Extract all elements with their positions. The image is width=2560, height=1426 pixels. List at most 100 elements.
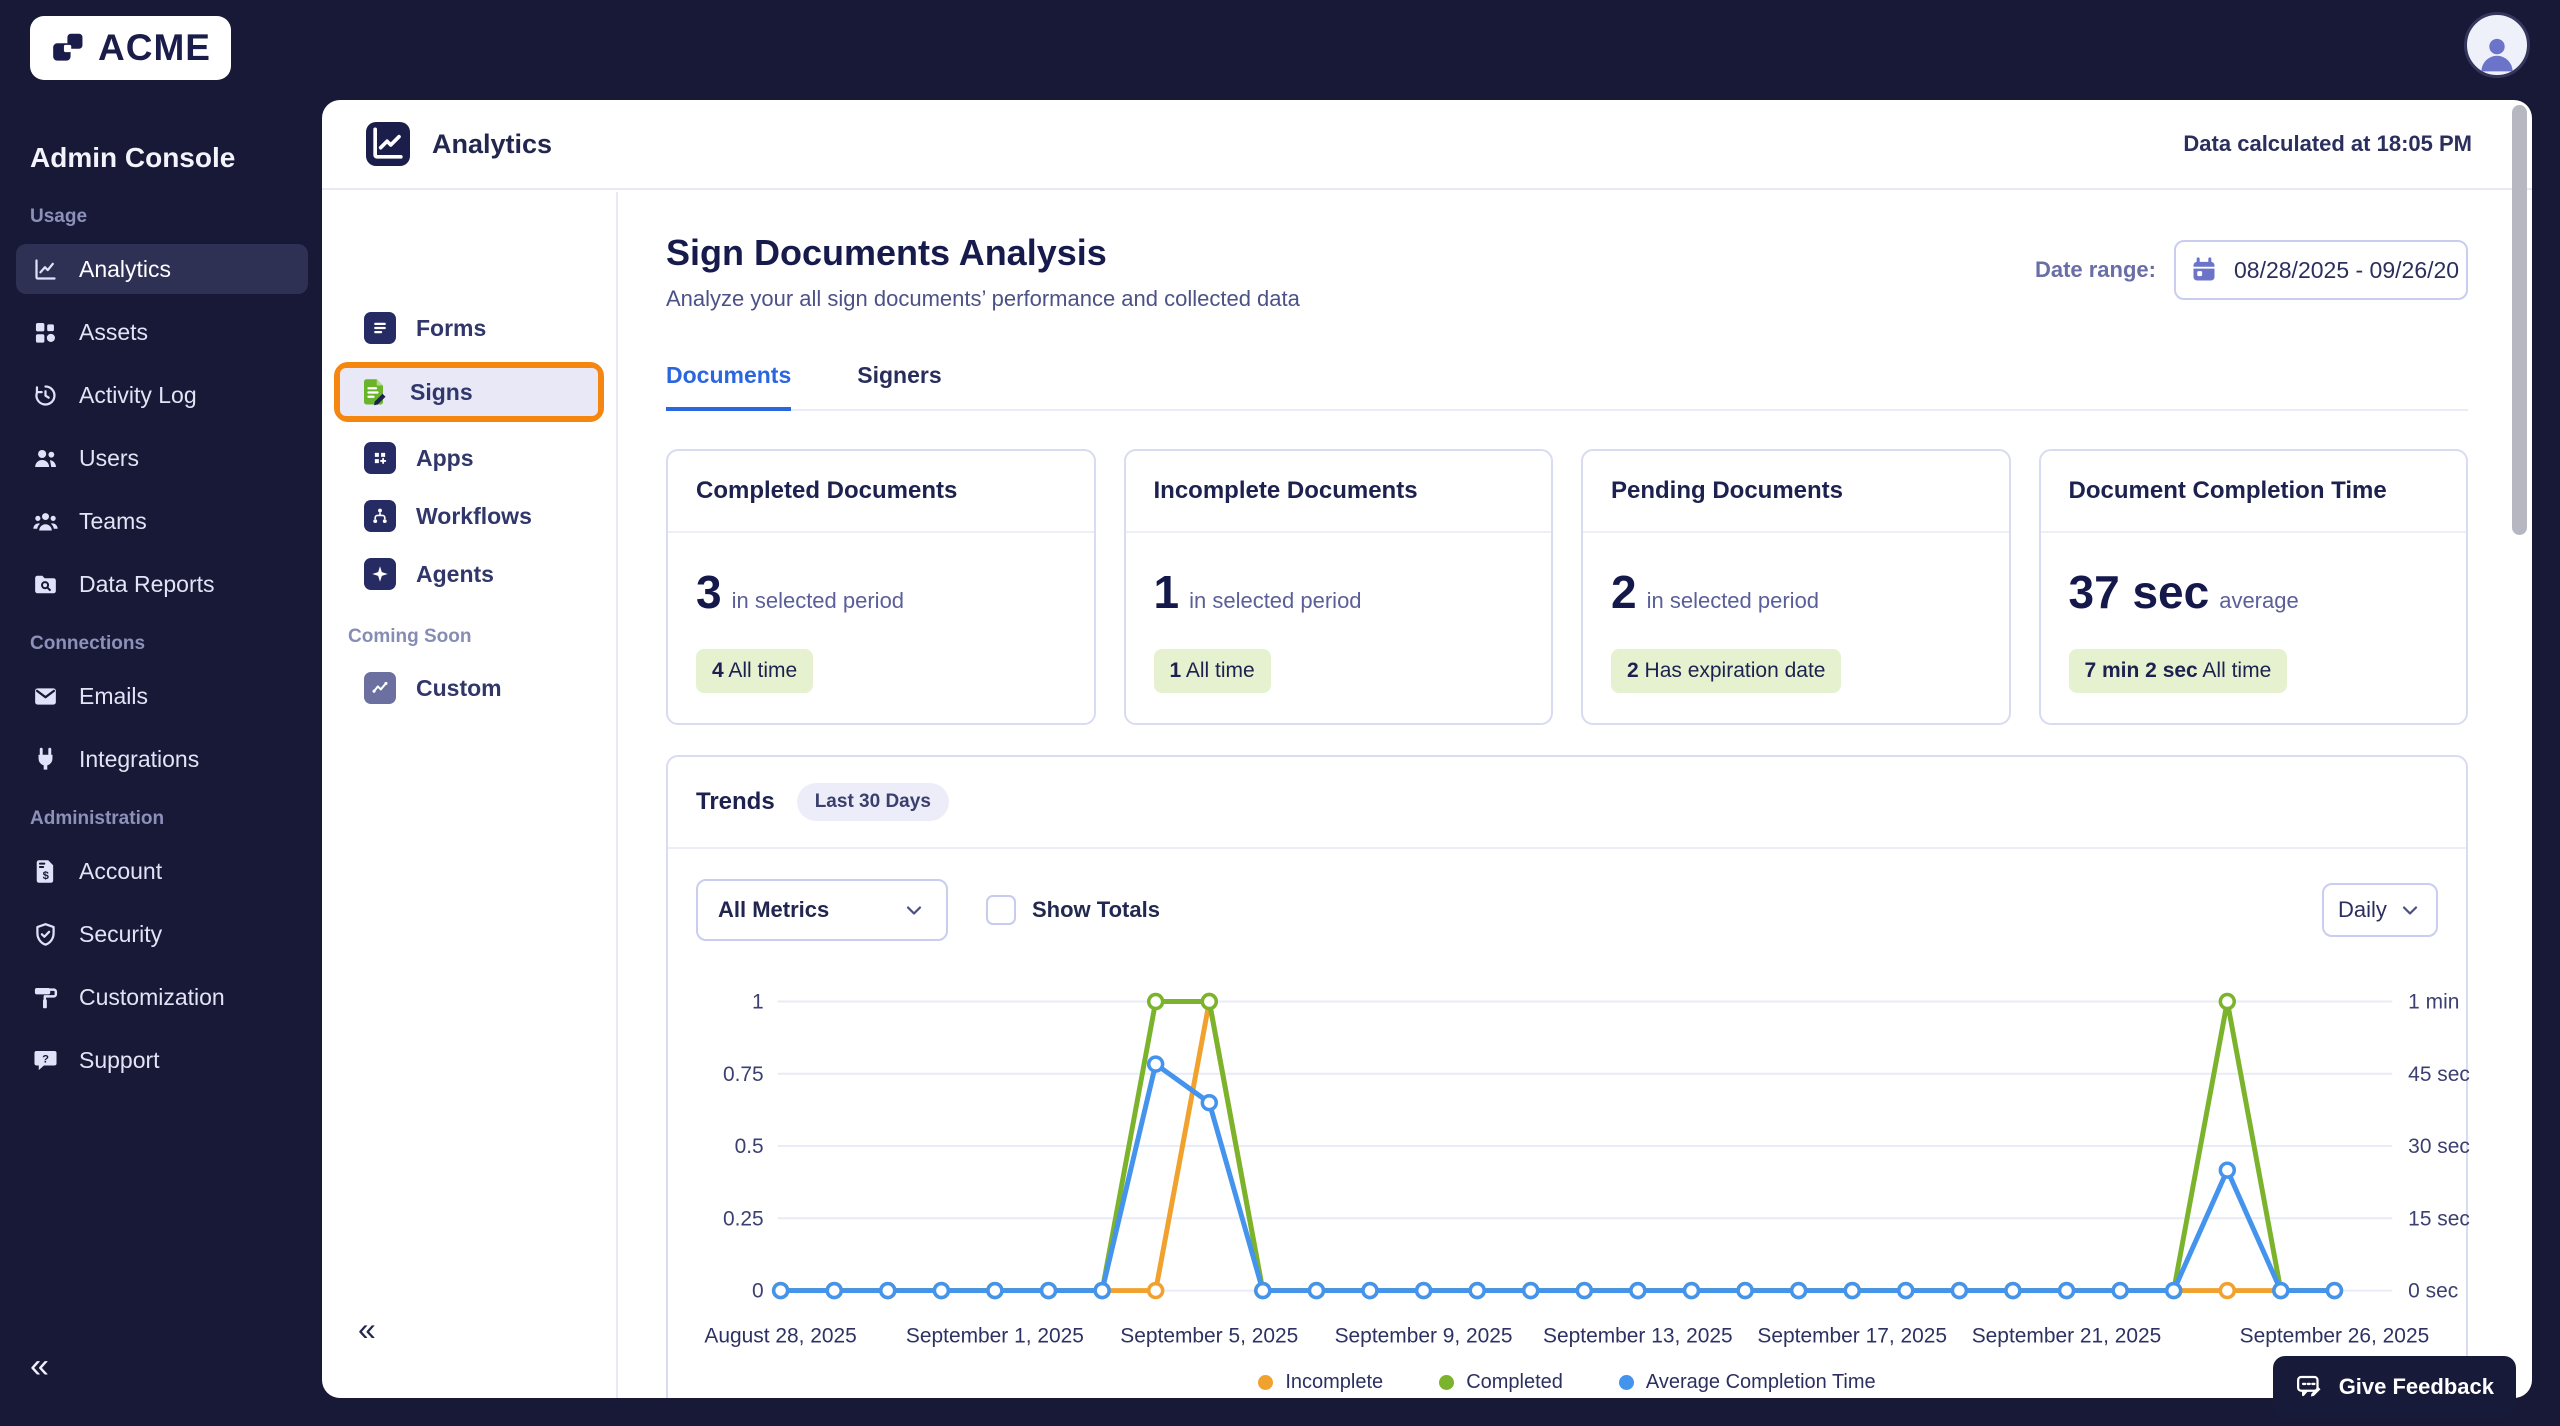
legend-item-incomplete: Incomplete xyxy=(1258,1371,1383,1394)
paint-roller-icon xyxy=(32,984,59,1011)
stat-card-incomplete-documents: Incomplete Documents 1 in selected period… xyxy=(1124,449,1554,725)
user-avatar[interactable] xyxy=(2464,12,2530,78)
sidebar-item-label: Integrations xyxy=(79,746,199,773)
interval-select[interactable]: Daily xyxy=(2322,883,2438,937)
page-subtitle: Analyze your all sign documents’ perform… xyxy=(666,286,1300,312)
sidebar-item-security[interactable]: Security xyxy=(16,909,308,959)
trends-period-badge: Last 30 Days xyxy=(797,783,949,821)
svg-text:September 13, 2025: September 13, 2025 xyxy=(1543,1324,1733,1347)
trends-title: Trends xyxy=(696,788,775,816)
chevron-down-icon xyxy=(902,898,926,922)
sidebar-item-label: Users xyxy=(79,445,139,472)
legend-dot xyxy=(1439,1375,1454,1390)
sidebar-item-label: Support xyxy=(79,1047,160,1074)
sidebar-item-label: Teams xyxy=(79,508,147,535)
svg-text:September 26, 2025: September 26, 2025 xyxy=(2240,1324,2430,1347)
brand-name: ACME xyxy=(98,27,211,69)
billing-doc-icon: $ xyxy=(32,858,59,885)
date-range-button[interactable]: 08/28/2025 - 09/26/20 xyxy=(2174,240,2468,300)
chart-line-icon xyxy=(32,256,59,283)
sidebar-item-customization[interactable]: Customization xyxy=(16,972,308,1022)
svg-text:15 sec: 15 sec xyxy=(2408,1207,2470,1230)
sidebar-item-assets[interactable]: Assets xyxy=(16,307,308,357)
tab-signers[interactable]: Signers xyxy=(857,362,941,411)
legend-item-completed: Completed xyxy=(1439,1371,1563,1394)
stat-badge: 2 Has expiration date xyxy=(1611,649,1841,693)
sidebar-nav: Usage Analytics Assets Activity Log User… xyxy=(16,206,308,1098)
sidebar-item-account[interactable]: $Account xyxy=(16,846,308,896)
stat-card-title: Pending Documents xyxy=(1583,451,2009,533)
svg-text:?: ? xyxy=(42,1053,49,1065)
sidebar-item-teams[interactable]: Teams xyxy=(16,496,308,546)
stat-suffix: in selected period xyxy=(1189,588,1361,613)
metrics-select-value: All Metrics xyxy=(718,897,829,923)
sidebar-item-emails[interactable]: Emails xyxy=(16,671,308,721)
data-calculated-status: Data calculated at 18:05 PM xyxy=(2183,131,2472,157)
teams-icon xyxy=(32,508,59,535)
logo-squares-icon xyxy=(50,29,88,67)
scrollbar-thumb[interactable] xyxy=(2512,105,2527,535)
svg-text:September 21, 2025: September 21, 2025 xyxy=(1972,1324,2162,1347)
sidebar-item-activity-log[interactable]: Activity Log xyxy=(16,370,308,420)
sidebar-item-label: Assets xyxy=(79,319,148,346)
give-feedback-button[interactable]: Give Feedback xyxy=(2273,1356,2516,1418)
sidebar-collapse-button[interactable]: « xyxy=(30,1347,49,1386)
stat-value: 37 sec xyxy=(2069,566,2210,618)
content-area: Sign Documents Analysis Analyze your all… xyxy=(322,192,2532,1398)
show-totals-label: Show Totals xyxy=(1032,897,1160,923)
stat-value: 1 xyxy=(1154,566,1180,618)
chart-legend: Incomplete Completed Average Completion … xyxy=(668,1361,2466,1398)
stat-cards-row: Completed Documents 3in selected period … xyxy=(666,449,2468,725)
stat-card-pending-documents: Pending Documents 2in selected period 2 … xyxy=(1581,449,2011,725)
main-panel: Analytics Data calculated at 18:05 PM Fo… xyxy=(322,100,2532,1398)
calendar-icon xyxy=(2190,256,2218,284)
svg-text:45 sec: 45 sec xyxy=(2408,1063,2470,1086)
panel-title: Analytics xyxy=(432,129,552,160)
svg-text:September 1, 2025: September 1, 2025 xyxy=(906,1324,1084,1347)
metrics-select[interactable]: All Metrics xyxy=(696,879,948,941)
sidebar-item-label: Emails xyxy=(79,683,148,710)
stat-card-completed-documents: Completed Documents 3in selected period … xyxy=(666,449,1096,725)
chevron-down-icon xyxy=(2398,898,2422,922)
feedback-icon xyxy=(2295,1372,2325,1402)
stat-suffix: in selected period xyxy=(732,588,904,613)
sidebar-item-users[interactable]: Users xyxy=(16,433,308,483)
sidebar-item-label: Analytics xyxy=(79,256,171,283)
stat-badge: 7 min 2 sec All time xyxy=(2069,649,2288,693)
give-feedback-label: Give Feedback xyxy=(2339,1374,2494,1400)
interval-select-value: Daily xyxy=(2338,897,2387,923)
sidebar-item-analytics[interactable]: Analytics xyxy=(16,244,308,294)
legend-label: Incomplete xyxy=(1285,1371,1383,1394)
tab-documents[interactable]: Documents xyxy=(666,362,791,411)
svg-text:$: $ xyxy=(43,869,50,881)
svg-text:September 9, 2025: September 9, 2025 xyxy=(1335,1324,1513,1347)
stat-value: 3 xyxy=(696,566,722,618)
sidebar-item-label: Activity Log xyxy=(79,382,197,409)
svg-text:0: 0 xyxy=(752,1280,764,1303)
date-range-value: 08/28/2025 - 09/26/20 xyxy=(2234,257,2459,284)
svg-text:August 28, 2025: August 28, 2025 xyxy=(704,1324,856,1347)
stat-card-document-completion-time: Document Completion Time 37 sec average 7… xyxy=(2039,449,2469,725)
stat-badge: 4 All time xyxy=(696,649,813,693)
legend-dot xyxy=(1258,1375,1273,1390)
support-chat-icon: ? xyxy=(32,1047,59,1074)
activity-history-icon xyxy=(32,382,59,409)
sidebar-item-data-reports[interactable]: Data Reports xyxy=(16,559,308,609)
assets-grid-icon xyxy=(32,319,59,346)
sidebar-item-label: Data Reports xyxy=(79,571,215,598)
sidebar-section-label: Usage xyxy=(30,206,294,228)
legend-dot xyxy=(1619,1375,1634,1390)
stat-suffix: average xyxy=(2219,588,2299,613)
svg-text:1 min: 1 min xyxy=(2408,991,2459,1014)
brand-logo[interactable]: ACME xyxy=(30,16,231,80)
sidebar-item-integrations[interactable]: Integrations xyxy=(16,734,308,784)
sidebar-item-label: Security xyxy=(79,921,162,948)
svg-text:0.25: 0.25 xyxy=(723,1207,764,1230)
stat-card-title: Document Completion Time xyxy=(2041,451,2467,533)
show-totals-checkbox[interactable] xyxy=(986,895,1016,925)
page-title: Sign Documents Analysis xyxy=(666,232,1300,274)
stat-card-title: Incomplete Documents xyxy=(1126,451,1552,533)
sidebar-item-support[interactable]: ? Support xyxy=(16,1035,308,1085)
shield-check-icon xyxy=(32,921,59,948)
folder-search-icon xyxy=(32,571,59,598)
